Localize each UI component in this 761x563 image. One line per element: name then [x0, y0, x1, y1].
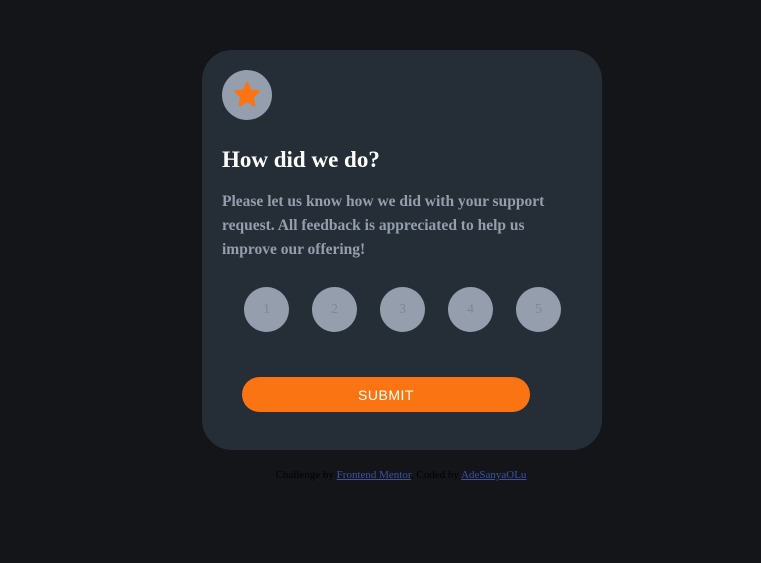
attribution-prefix: Challenge by [275, 469, 334, 481]
star-badge [222, 70, 272, 120]
rating-button-4[interactable]: 4 [448, 287, 493, 332]
star-icon [234, 81, 260, 107]
rating-button-3[interactable]: 3 [380, 287, 425, 332]
rating-options: 1 2 3 4 5 [244, 287, 561, 332]
frontend-mentor-link[interactable]: Frontend Mentor [337, 469, 411, 481]
author-link[interactable]: AdeSanyaOLu [461, 469, 526, 481]
attribution: Challenge by Frontend Mentor. Coded by A… [0, 469, 761, 481]
rating-button-2[interactable]: 2 [312, 287, 357, 332]
card-description: Please let us know how we did with your … [222, 193, 545, 258]
attribution-middle: . Coded by [410, 469, 459, 481]
submit-button[interactable]: SUBMIT [242, 377, 530, 412]
card-title: How did we do? [222, 147, 380, 172]
rating-card: How did we do? Please let us know how we… [202, 50, 602, 450]
rating-button-5[interactable]: 5 [516, 287, 561, 332]
rating-button-1[interactable]: 1 [244, 287, 289, 332]
